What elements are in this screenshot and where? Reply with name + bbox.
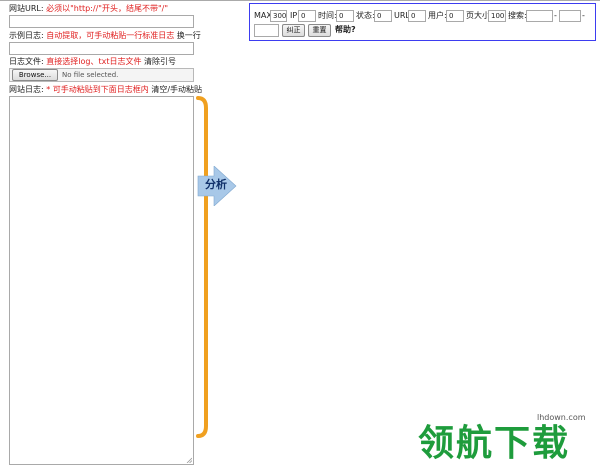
url-hint: 必须以"http://"开头，结尾不带"/" [46,4,169,13]
resize-grip-icon[interactable] [186,457,192,463]
site-log-textarea[interactable] [9,96,194,465]
analyze-button[interactable]: 分析 [200,178,232,192]
time-input[interactable]: 0 [336,10,354,22]
search-label: 搜索: [508,11,527,20]
max-input[interactable]: 300 [270,10,287,22]
search-separator-2: - [582,11,585,20]
search-input-2[interactable] [559,10,581,22]
watermark: lhdown.com 领航下载 [415,412,600,467]
time-label: 时间: [318,11,337,20]
site-log-row: 网站日志: * 可手动粘贴到下面日志框内 清空/手动粘贴 [9,85,202,95]
remove-quotes-link[interactable]: 清除引号 [144,57,176,66]
status-label: 状态: [356,11,375,20]
file-status-text: No file selected. [62,71,119,79]
search-input-1[interactable] [526,10,553,22]
url-row: 网站URL: 必须以"http://"开头，结尾不带"/" [9,4,168,14]
bracket-icon [196,96,214,438]
analyze-area: 分析 [196,96,242,438]
log-file-row: 日志文件: 直接选择log、txt日志文件 清除引号 [9,57,176,67]
ip-input[interactable]: 0 [298,10,316,22]
url-input[interactable] [9,15,194,28]
user-input[interactable]: 0 [446,10,464,22]
log-file-hint: 直接选择log、txt日志文件 [46,57,142,66]
clear-paste-link[interactable]: 清空/手动粘贴 [151,85,202,94]
site-log-hint: * 可手动粘贴到下面日志框内 [46,85,149,94]
next-line-link[interactable]: 换一行 [177,31,201,40]
url-label: 网站URL: [9,4,44,13]
browse-button[interactable]: Browse... [12,69,58,81]
watermark-url: lhdown.com [537,413,586,422]
page-size-input[interactable]: 100 [488,10,506,22]
sample-log-input[interactable] [9,42,194,55]
file-picker: Browse... No file selected. [9,68,194,82]
url-filter-input[interactable]: 0 [408,10,426,22]
reset-button[interactable]: 重置 [308,24,331,37]
log-file-label: 日志文件: [9,57,44,66]
correct-button[interactable]: 纠正 [282,24,305,37]
watermark-logo: 领航下载 [418,423,571,464]
sample-log-label: 示例日志: [9,31,44,40]
params-panel: MAX: 300 IP: 0 时间: 0 状态: 0 URL: 0 用户: 0 … [249,3,596,41]
sample-log-row: 示例日志: 自动提取，可手动粘贴一行标准日志 换一行 [9,31,201,41]
search-separator-1: - [554,11,557,20]
window-top-border [0,0,600,1]
search-input-3[interactable] [254,24,279,37]
user-label: 用户: [428,11,447,20]
status-input[interactable]: 0 [374,10,392,22]
sample-log-hint: 自动提取，可手动粘贴一行标准日志 [46,31,175,40]
help-link[interactable]: 帮助? [335,25,356,35]
site-log-label: 网站日志: [9,85,44,94]
